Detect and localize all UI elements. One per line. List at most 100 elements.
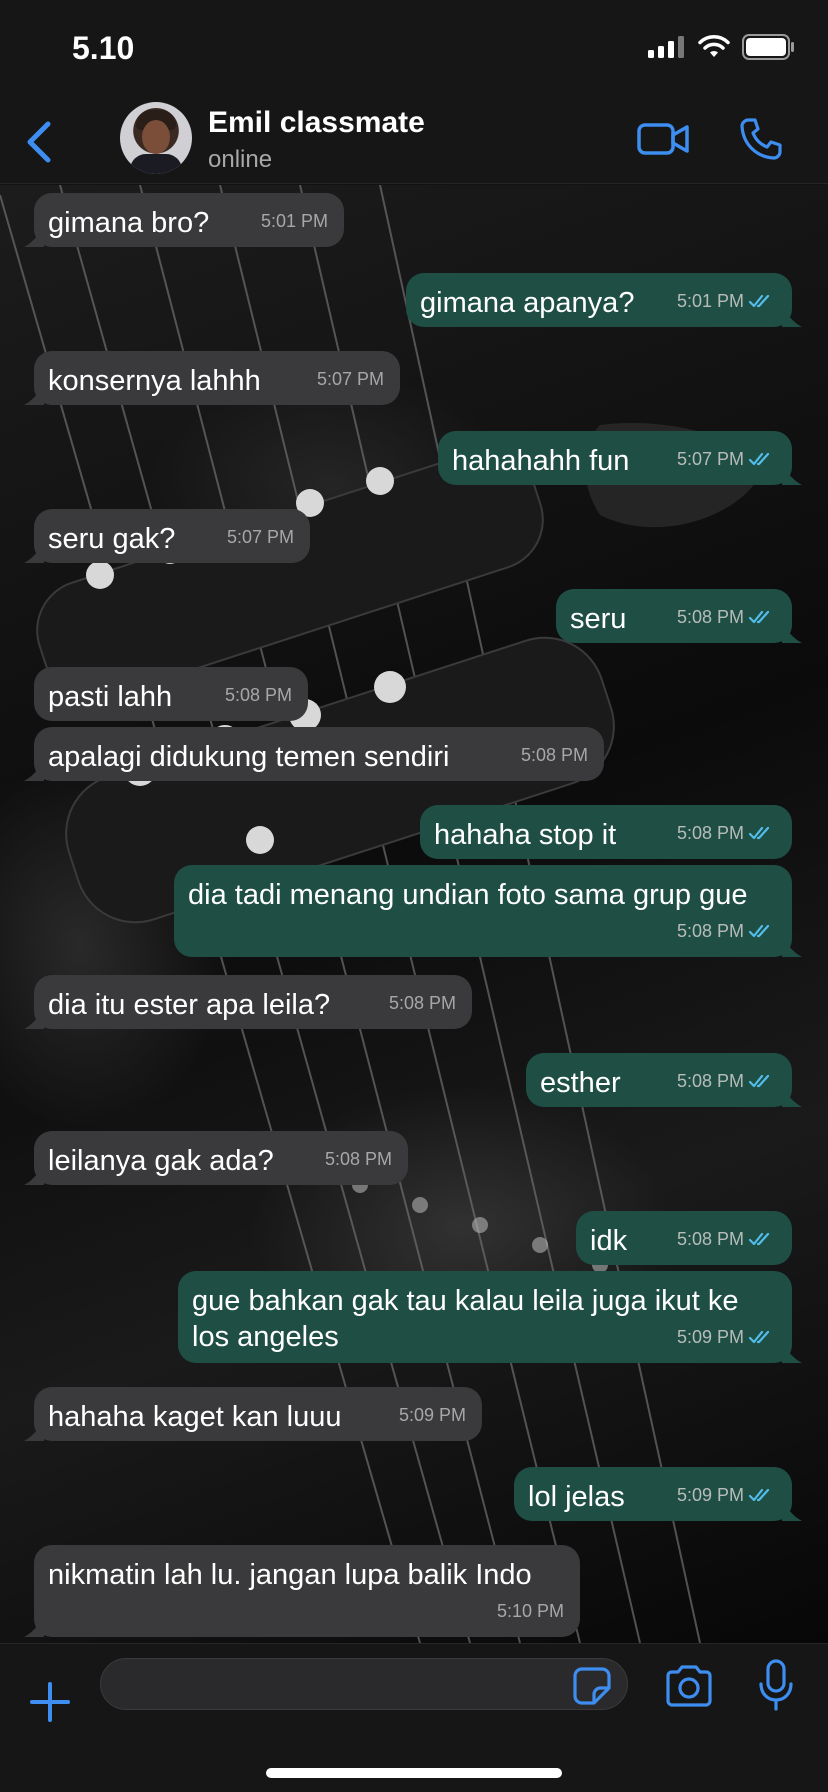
message-time: 5:08 PM (676, 921, 744, 941)
incoming-message[interactable]: dia itu ester apa leila? 5:08 PM (24, 975, 472, 1029)
signal-icon (648, 36, 684, 58)
message-meta: 5:08 PM (325, 1141, 392, 1177)
message-meta: 5:08 PM (677, 815, 776, 851)
message-meta: 5:08 PM (677, 599, 776, 635)
double-check-icon (748, 1330, 770, 1344)
double-check-icon (748, 610, 770, 624)
message-meta: 5:09 PM (677, 1319, 776, 1355)
bubble-tail (24, 763, 44, 781)
double-check-icon (748, 452, 770, 466)
camera-icon[interactable] (664, 1664, 714, 1708)
contact-status: online (208, 146, 273, 173)
message-input-bar (0, 1643, 828, 1792)
message-text: apalagi didukung temen sendiri (48, 741, 450, 773)
message-time: 5:08 PM (224, 685, 292, 705)
message-time: 5:07 PM (316, 369, 384, 389)
outgoing-message[interactable]: esther 5:08 PM (526, 1053, 802, 1107)
message-time: 5:08 PM (676, 1229, 744, 1249)
incoming-message[interactable]: apalagi didukung temen sendiri 5:08 PM (24, 727, 604, 781)
outgoing-message[interactable]: gimana apanya? 5:01 PM (406, 273, 802, 327)
bubble-tail (24, 387, 44, 405)
message-time: 5:08 PM (324, 1149, 392, 1169)
phone-icon[interactable] (738, 116, 784, 162)
message-time: 5:08 PM (676, 823, 744, 843)
message-meta: 5:08 PM (225, 677, 292, 713)
message-meta: 5:09 PM (399, 1397, 466, 1433)
incoming-message[interactable]: gimana bro? 5:01 PM (24, 193, 344, 247)
incoming-message[interactable]: seru gak? 5:07 PM (24, 509, 310, 563)
message-meta: 5:07 PM (317, 361, 384, 397)
message-time: 5:08 PM (388, 993, 456, 1013)
incoming-message[interactable]: leilanya gak ada? 5:08 PM (24, 1131, 408, 1185)
message-time: 5:08 PM (676, 1071, 744, 1091)
message-time: 5:01 PM (676, 291, 744, 311)
bubble-tail (24, 1011, 44, 1029)
message-input[interactable] (100, 1658, 628, 1710)
double-check-icon (748, 826, 770, 840)
bubble-tail (782, 467, 802, 485)
outgoing-message[interactable]: idk 5:08 PM (576, 1211, 792, 1265)
chevron-left-icon[interactable] (20, 118, 60, 166)
message-meta: 5:08 PM (677, 1221, 776, 1257)
bubble-tail (24, 1167, 44, 1185)
message-time: 5:07 PM (676, 449, 744, 469)
incoming-message[interactable]: pasti lahh 5:08 PM (34, 667, 308, 721)
message-time: 5:09 PM (676, 1327, 744, 1347)
outgoing-message[interactable]: hahaha stop it 5:08 PM (420, 805, 792, 859)
chat-area[interactable]: Pick gimana bro?5:01 PMgimana apanya?5:0… (0, 185, 828, 1643)
message-time: 5:01 PM (260, 211, 328, 231)
video-camera-icon[interactable] (636, 118, 690, 160)
outgoing-message[interactable]: dia tadi menang undian foto sama grup gu… (174, 865, 802, 957)
microphone-icon[interactable] (758, 1658, 794, 1712)
message-time: 5:08 PM (676, 607, 744, 627)
incoming-message[interactable]: konsernya lahhh 5:07 PM (24, 351, 400, 405)
home-indicator (266, 1768, 562, 1778)
status-icons (648, 34, 796, 60)
bubble-tail (782, 1503, 802, 1521)
double-check-icon (748, 1074, 770, 1088)
message-meta: 5:10 PM (497, 1593, 564, 1629)
double-check-icon (748, 1232, 770, 1246)
message-meta: 5:09 PM (677, 1477, 776, 1513)
incoming-message[interactable]: hahaha kaget kan luuu 5:09 PM (24, 1387, 482, 1441)
outgoing-message[interactable]: gue bahkan gak tau kalau leila juga ikut… (178, 1271, 802, 1363)
bubble-tail (24, 545, 44, 563)
message-time: 5:08 PM (520, 745, 588, 765)
message-text: dia tadi menang undian foto sama grup gu… (188, 879, 748, 911)
double-check-icon (748, 1488, 770, 1502)
contact-name[interactable]: Emil classmate (208, 106, 425, 140)
status-time: 5.10 (72, 30, 135, 66)
bubble-tail (782, 939, 802, 957)
status-bar: 5.10 (0, 0, 828, 96)
message-meta: 5:08 PM (677, 1063, 776, 1099)
message-meta: 5:01 PM (261, 203, 328, 239)
double-check-icon (748, 924, 770, 938)
message-meta: 5:08 PM (521, 737, 588, 773)
bubble-tail (782, 309, 802, 327)
bubble-tail (24, 1619, 44, 1637)
message-meta: 5:08 PM (389, 985, 456, 1021)
message-time: 5:10 PM (496, 1601, 564, 1621)
sticker-icon[interactable] (572, 1666, 612, 1706)
message-time: 5:09 PM (398, 1405, 466, 1425)
message-time: 5:09 PM (676, 1485, 744, 1505)
message-meta: 5:07 PM (677, 441, 776, 477)
battery-icon (742, 34, 794, 60)
message-time: 5:07 PM (226, 527, 294, 547)
wifi-icon (698, 35, 730, 57)
plus-icon[interactable] (28, 1680, 72, 1724)
avatar[interactable] (120, 102, 192, 174)
bubble-tail (24, 229, 44, 247)
message-meta: 5:01 PM (677, 283, 776, 319)
outgoing-message[interactable]: lol jelas 5:09 PM (514, 1467, 802, 1521)
outgoing-message[interactable]: hahahahh fun 5:07 PM (438, 431, 802, 485)
bubble-tail (782, 1089, 802, 1107)
outgoing-message[interactable]: seru 5:08 PM (556, 589, 802, 643)
message-text: nikmatin lah lu. jangan lupa balik Indo (48, 1559, 532, 1591)
bubble-tail (24, 1423, 44, 1441)
incoming-message[interactable]: nikmatin lah lu. jangan lupa balik Indo 5… (24, 1545, 580, 1637)
message-meta: 5:08 PM (677, 913, 776, 949)
chat-header: Emil classmate online (0, 96, 828, 184)
bubble-tail (782, 1345, 802, 1363)
double-check-icon (748, 294, 770, 308)
